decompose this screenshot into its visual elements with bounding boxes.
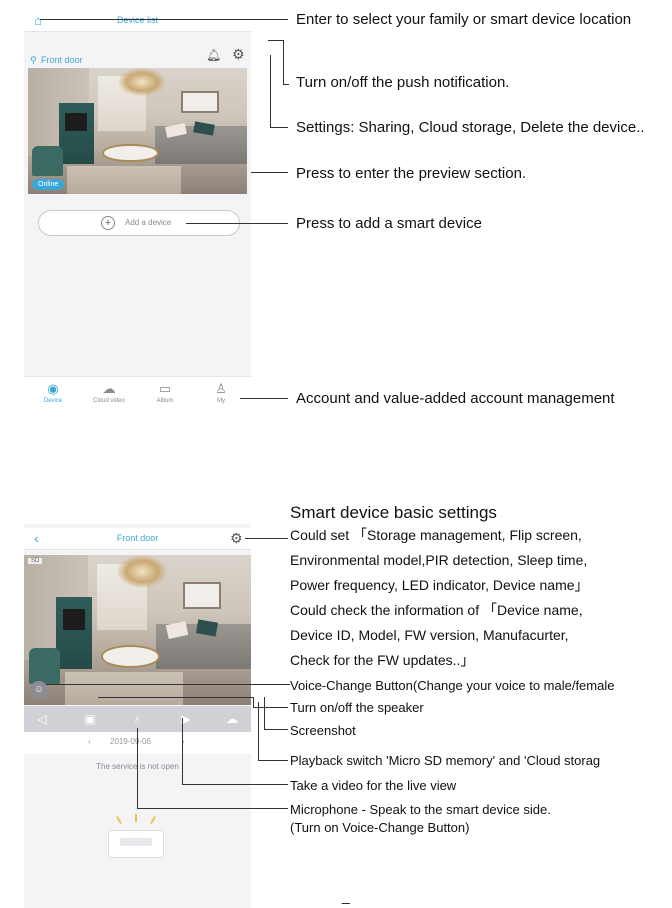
leader-line xyxy=(264,697,265,729)
record-video-icon[interactable]: ▶ xyxy=(178,711,194,727)
bottom-tab-bar: ◉ Device ☁ Cloud video ▭ Album ♙ My xyxy=(24,376,251,410)
page-footer-mark: _ xyxy=(342,888,350,904)
leader-line xyxy=(182,784,288,785)
settings-desc-2: Environmental model,PIR detection, Sleep… xyxy=(290,552,588,568)
screenshot-icon[interactable]: ▣ xyxy=(82,711,98,727)
plus-icon: + xyxy=(101,216,115,230)
leader-line xyxy=(240,398,288,399)
leader-line xyxy=(283,40,284,84)
leader-line xyxy=(270,55,271,127)
settings-desc-4: Could check the information of 「Device n… xyxy=(290,602,583,618)
annotation-preview: Press to enter the preview section. xyxy=(296,165,527,182)
bell-icon[interactable]: 🔔︎ xyxy=(206,48,221,62)
leader-line xyxy=(137,808,288,809)
settings-desc-1: Could set 「Storage management, Flip scre… xyxy=(290,527,582,543)
camera-preview[interactable]: Online xyxy=(28,68,247,194)
annotation-playback: Playback switch 'Micro SD memory' and 'C… xyxy=(290,753,601,768)
tab-album[interactable]: ▭ Album xyxy=(140,381,190,404)
settings-desc-6: Check for the FW updates..」 xyxy=(290,652,475,668)
annotation-account: Account and value-added account manageme… xyxy=(296,390,615,407)
leader-line xyxy=(270,127,288,128)
tab-cloud-video[interactable]: ☁ Cloud video xyxy=(84,381,134,404)
device-name-row[interactable]: ⚲ Front door xyxy=(30,50,83,68)
leader-line xyxy=(98,697,253,698)
leader-line xyxy=(40,19,288,20)
leader-line xyxy=(251,172,288,173)
user-icon: ♙ xyxy=(215,381,227,396)
date-label: 2019-09-06 xyxy=(110,737,151,746)
device-name: Front door xyxy=(41,55,83,65)
album-icon: ▭ xyxy=(158,381,172,396)
gear-icon[interactable]: ⚙ xyxy=(230,530,243,547)
cloud-video-icon: ☁ xyxy=(102,381,116,396)
leader-line xyxy=(253,697,254,707)
annotation-settings: Settings: Sharing, Cloud storage, Delete… xyxy=(296,119,645,136)
leader-line xyxy=(268,40,283,41)
annotation-mic-note: (Turn on Voice-Change Button) xyxy=(290,820,470,835)
live-view[interactable]: SD ☺ xyxy=(24,555,251,705)
annotation-mic: Microphone - Speak to the smart device s… xyxy=(290,802,551,817)
settings-desc-5: Device ID, Model, FW version, Manufacurt… xyxy=(290,627,569,643)
leader-line xyxy=(264,729,288,730)
annotation-push: Turn on/off the push notification. xyxy=(296,74,510,91)
speaker-mute-icon[interactable]: ◁ xyxy=(34,711,50,727)
leader-line xyxy=(137,728,138,808)
header-bar: ⌂ Device list xyxy=(24,10,251,32)
leader-line xyxy=(258,702,259,760)
tab-my[interactable]: ♙ My xyxy=(196,381,246,404)
prev-date-icon[interactable]: ‹ xyxy=(88,737,91,746)
leader-line xyxy=(182,718,183,784)
settings-title: Smart device basic settings xyxy=(290,503,497,522)
annotation-home: Enter to select your family or smart dev… xyxy=(296,11,632,28)
quality-badge[interactable]: SD xyxy=(28,558,43,564)
camera-tab-icon: ◉ xyxy=(47,381,59,396)
microphone-icon[interactable]: ♁ xyxy=(129,711,145,727)
annotation-add: Press to add a smart device xyxy=(296,215,482,232)
header-bar: ‹ Front door ⚙ xyxy=(24,528,251,550)
device-list-screen: ⌂ Device list ⚲ Front door 🔔︎ ⚙ Online +… xyxy=(24,10,251,410)
leader-line xyxy=(46,684,290,685)
leader-line xyxy=(283,84,289,85)
location-pin-icon: ⚲ xyxy=(30,55,37,65)
annotation-speaker: Turn on/off the speaker xyxy=(290,700,424,715)
gear-icon[interactable]: ⚙ xyxy=(232,46,245,63)
status-badge: Online xyxy=(32,179,65,190)
leader-line xyxy=(258,760,288,761)
leader-line xyxy=(186,223,288,224)
tab-device[interactable]: ◉ Device xyxy=(28,381,78,404)
empty-tray-icon xyxy=(108,814,164,858)
annotation-video: Take a video for the live view xyxy=(290,778,457,793)
cloud-playback-icon[interactable]: ☁ xyxy=(224,711,240,727)
page-title: Device list xyxy=(116,15,158,25)
annotation-screenshot: Screenshot xyxy=(290,723,356,738)
page-title: Front door xyxy=(116,533,159,543)
leader-line xyxy=(245,538,288,539)
annotation-voice: Voice-Change Button(Change your voice to… xyxy=(290,678,615,693)
settings-desc-3: Power frequency, LED indicator, Device n… xyxy=(290,577,589,593)
device-live-screen: ‹ Front door ⚙ SD ☺ ◁ ▣ ♁ ▶ ☁ ‹ 2019-09-… xyxy=(24,524,251,908)
add-device-label: Add a device xyxy=(125,218,172,227)
